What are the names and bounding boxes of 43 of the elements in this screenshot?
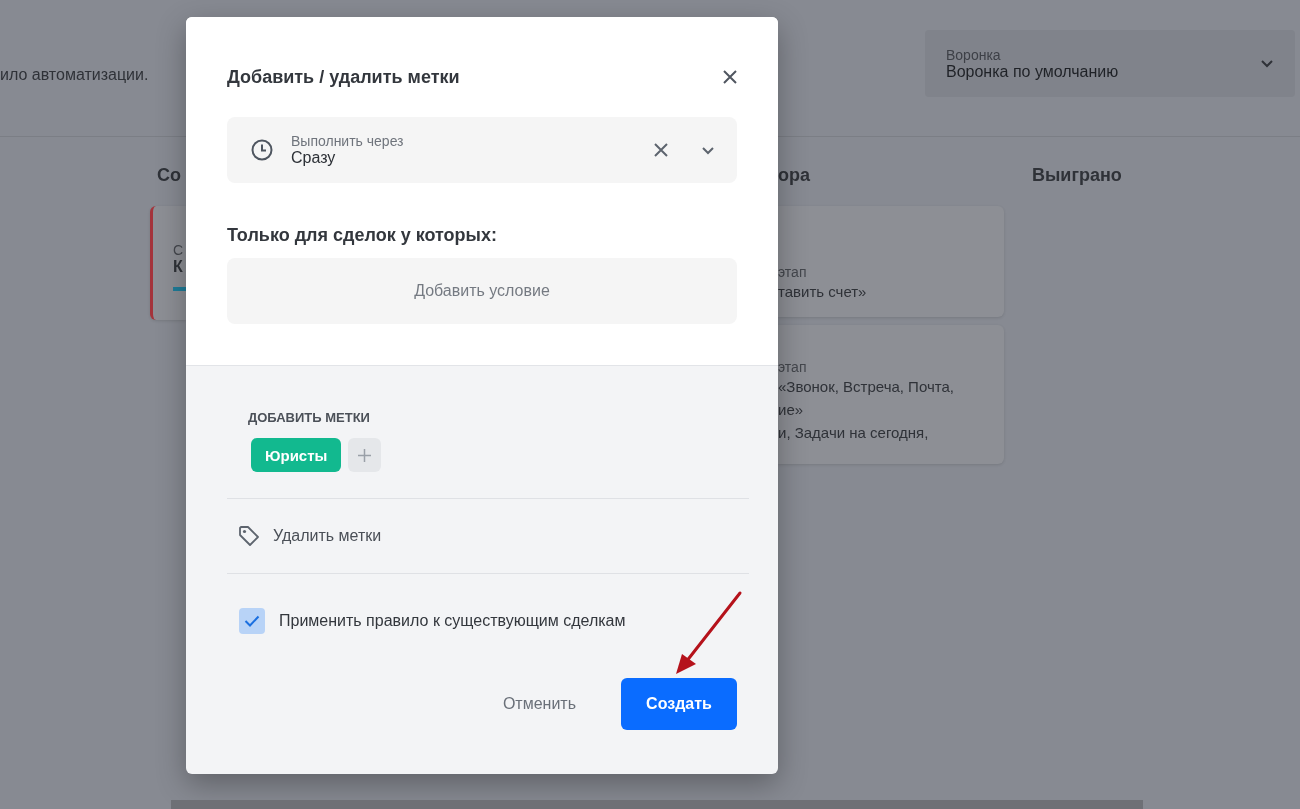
deal-card[interactable]: С К (150, 206, 186, 320)
clear-button[interactable] (654, 143, 668, 157)
close-icon (723, 70, 737, 84)
section-heading: ДОБАВИТЬ МЕТКИ (248, 410, 371, 425)
add-condition-button[interactable]: Добавить условие (227, 258, 737, 324)
card-text: тавить счет» (778, 282, 868, 302)
field-value: Сразу (291, 149, 337, 167)
chevron-down-icon (1260, 59, 1274, 68)
card-label: этап (778, 359, 808, 375)
tag-icon (238, 525, 260, 547)
funnel-select[interactable]: Воронка Воронка по умолчанию (925, 30, 1295, 97)
deal-card[interactable]: этап «Звонок, Встреча, Почта, ие» и, Задачи на сегодня, (778, 325, 1004, 464)
card-label: этап (778, 264, 808, 280)
tag-chip[interactable]: Юристы (251, 438, 342, 472)
checkbox-label: Применить правило к существующим сделкам (279, 612, 626, 630)
cancel-button[interactable]: Отменить (496, 678, 582, 730)
column-title: ора (778, 164, 811, 187)
checkbox[interactable] (239, 608, 265, 634)
plus-icon (358, 448, 372, 462)
clock-icon (251, 139, 273, 161)
check-icon (244, 615, 260, 627)
deal-card[interactable]: этап тавить счет» (778, 206, 1004, 317)
card-value: К (173, 258, 184, 276)
dialog-title: Добавить / удалить метки (227, 66, 460, 88)
remove-tags-button[interactable]: Удалить метки (273, 527, 382, 545)
column-title: Выиграно (1032, 164, 1122, 187)
field-value: Воронка по умолчанию (946, 62, 1119, 81)
close-button[interactable] (723, 70, 737, 84)
card-label: С (173, 242, 185, 258)
chevron-down-icon (701, 145, 715, 155)
delay-select[interactable]: Выполнить через Сразу (227, 117, 737, 183)
description-text: ило автоматизации. (0, 66, 149, 84)
add-tag-button[interactable] (348, 438, 382, 472)
card-text: и, Задачи на сегодня, (778, 423, 930, 443)
scrollbar[interactable] (171, 800, 1143, 809)
column-title: Со (156, 164, 182, 187)
card-text: ие» (778, 400, 805, 420)
card-text: «Звонок, Встреча, Почта, (778, 377, 955, 397)
section-heading: Только для сделок у которых: (227, 225, 498, 246)
field-label: Выполнить через (291, 133, 405, 149)
create-button[interactable]: Создать (621, 678, 737, 730)
close-icon (654, 143, 668, 157)
field-label: Воронка (946, 46, 1002, 63)
